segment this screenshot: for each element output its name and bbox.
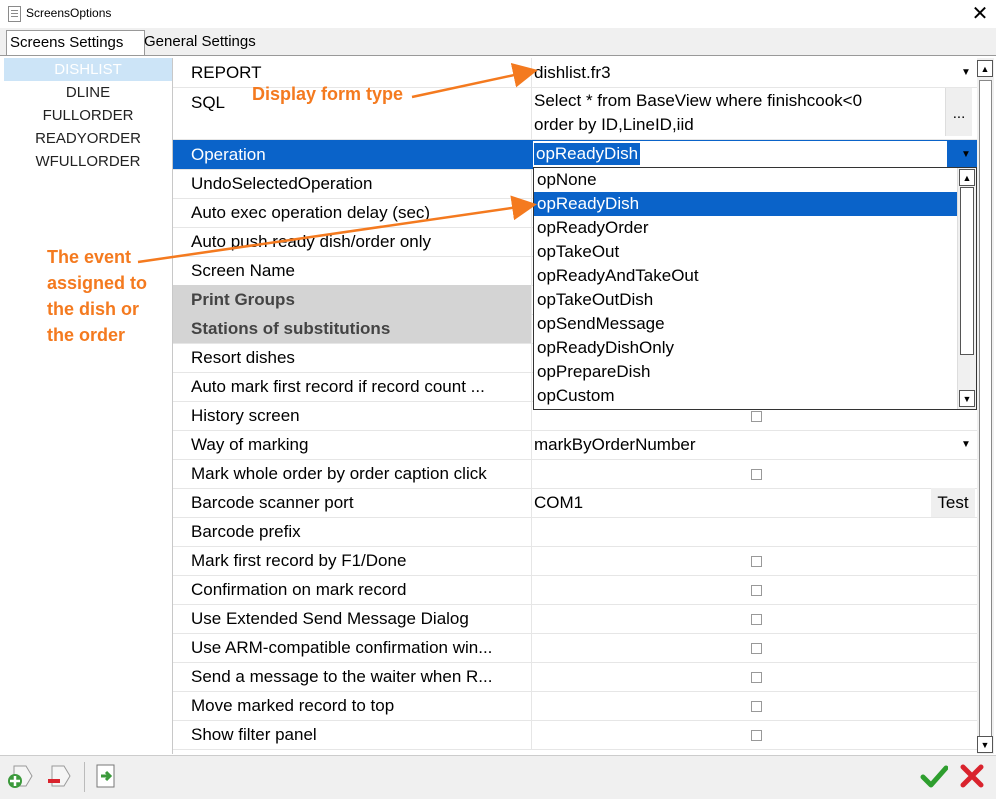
delete-screen-icon[interactable] [44, 762, 72, 790]
toolbar-separator [84, 762, 85, 792]
bottom-toolbar [0, 755, 996, 799]
add-screen-icon[interactable] [6, 762, 34, 790]
annotation-arrows [137, 62, 538, 264]
copy-screen-icon[interactable] [92, 762, 120, 790]
arrow-form-type [411, 62, 538, 99]
ok-check-icon[interactable] [920, 762, 948, 790]
arrow-event [137, 195, 537, 264]
cancel-x-icon[interactable] [958, 762, 986, 790]
